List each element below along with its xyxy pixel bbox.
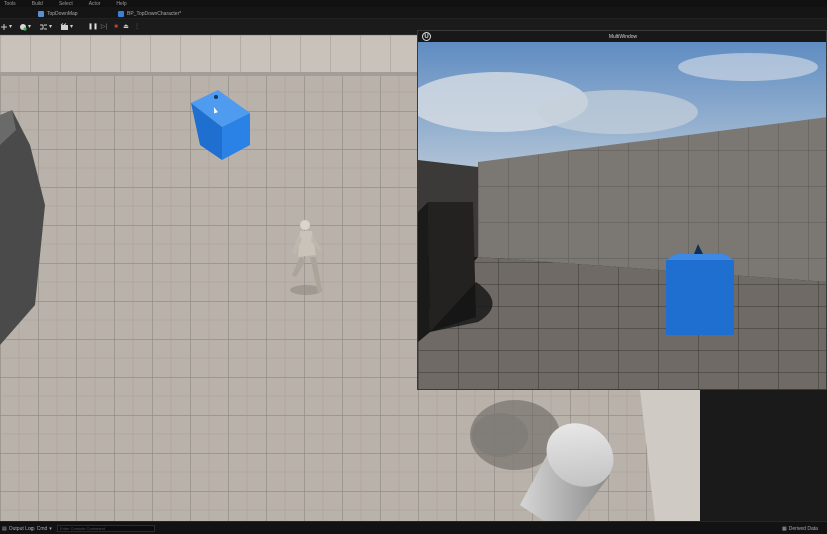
cinematics-icon: [60, 22, 68, 30]
derived-data-label: Derived Data: [788, 526, 818, 532]
step-button[interactable]: ▷|: [100, 22, 108, 31]
chevron-down-icon: ▾: [49, 24, 53, 30]
cinematics-button[interactable]: ▾: [60, 22, 73, 31]
pause-icon: ❚❚: [87, 24, 99, 30]
tab-bp-topdowncharacter[interactable]: BP_TopDownCharacter*: [118, 9, 181, 18]
play-window-titlebar: U MultiWindow: [418, 31, 826, 42]
add-actor-button[interactable]: ▾: [19, 22, 31, 31]
blueprint-icon: [118, 10, 124, 17]
status-bar: ▤ Output Log ▭ Cmd ▾ Enter Console Comma…: [0, 521, 827, 534]
play-window-title: MultiWindow: [608, 33, 638, 40]
step-icon: ▷|: [100, 24, 108, 30]
third-person-scene: [418, 42, 826, 389]
pause-button[interactable]: ❚❚: [87, 22, 99, 31]
play-window[interactable]: U MultiWindow: [417, 30, 827, 390]
kebab-icon: ⋮: [134, 24, 140, 30]
menu-bar: Tools Build Select Actor Help: [0, 0, 827, 7]
chevron-down-icon: ▾: [28, 24, 32, 30]
chevron-down-icon: ▾: [9, 24, 13, 30]
eject-icon: ⏏: [123, 24, 129, 30]
tab-topdownmap[interactable]: TopDownMap: [38, 9, 78, 18]
blueprints-button[interactable]: ▾: [39, 22, 52, 31]
output-log-icon: ▤: [2, 526, 7, 532]
menu-select[interactable]: Select: [59, 1, 73, 7]
blue-cube-pie: [666, 244, 734, 335]
cmd-icon: ▭: [30, 526, 35, 532]
tab-label: TopDownMap: [47, 10, 78, 17]
menu-build[interactable]: Build: [32, 1, 43, 7]
chevron-down-icon: ▾: [49, 526, 52, 532]
stop-icon: ■: [114, 23, 118, 30]
cmd-dropdown[interactable]: ▭ Cmd ▾: [30, 525, 52, 533]
details-panel-placeholder: [700, 390, 827, 521]
back-wall: [0, 35, 420, 73]
more-options-button[interactable]: ⋮: [133, 22, 141, 31]
menu-help[interactable]: Help: [116, 1, 126, 7]
cmd-label: Cmd: [36, 526, 48, 532]
output-log-button[interactable]: ▤ Output Log: [2, 525, 33, 533]
menu-actor[interactable]: Actor: [89, 1, 101, 7]
menu-tools[interactable]: Tools: [4, 1, 16, 7]
unreal-logo-icon: U: [422, 32, 431, 41]
derived-data-button[interactable]: ▦ Derived Data: [782, 525, 818, 533]
derived-data-icon: ▦: [782, 526, 787, 532]
transform-mode-button[interactable]: ▾: [0, 22, 12, 31]
tab-label: BP_TopDownCharacter*: [127, 10, 182, 17]
add-actor-icon: [20, 23, 27, 31]
console-command-input[interactable]: Enter Console Command: [57, 525, 155, 532]
stop-button[interactable]: ■: [112, 22, 120, 31]
document-tab-bar: TopDownMap BP_TopDownCharacter*: [0, 7, 827, 19]
blueprint-menu-icon: [40, 24, 47, 29]
move-icon: [1, 23, 7, 30]
eject-button[interactable]: ⏏: [122, 22, 130, 31]
chevron-down-icon: ▾: [70, 24, 74, 30]
level-icon: [38, 10, 44, 17]
